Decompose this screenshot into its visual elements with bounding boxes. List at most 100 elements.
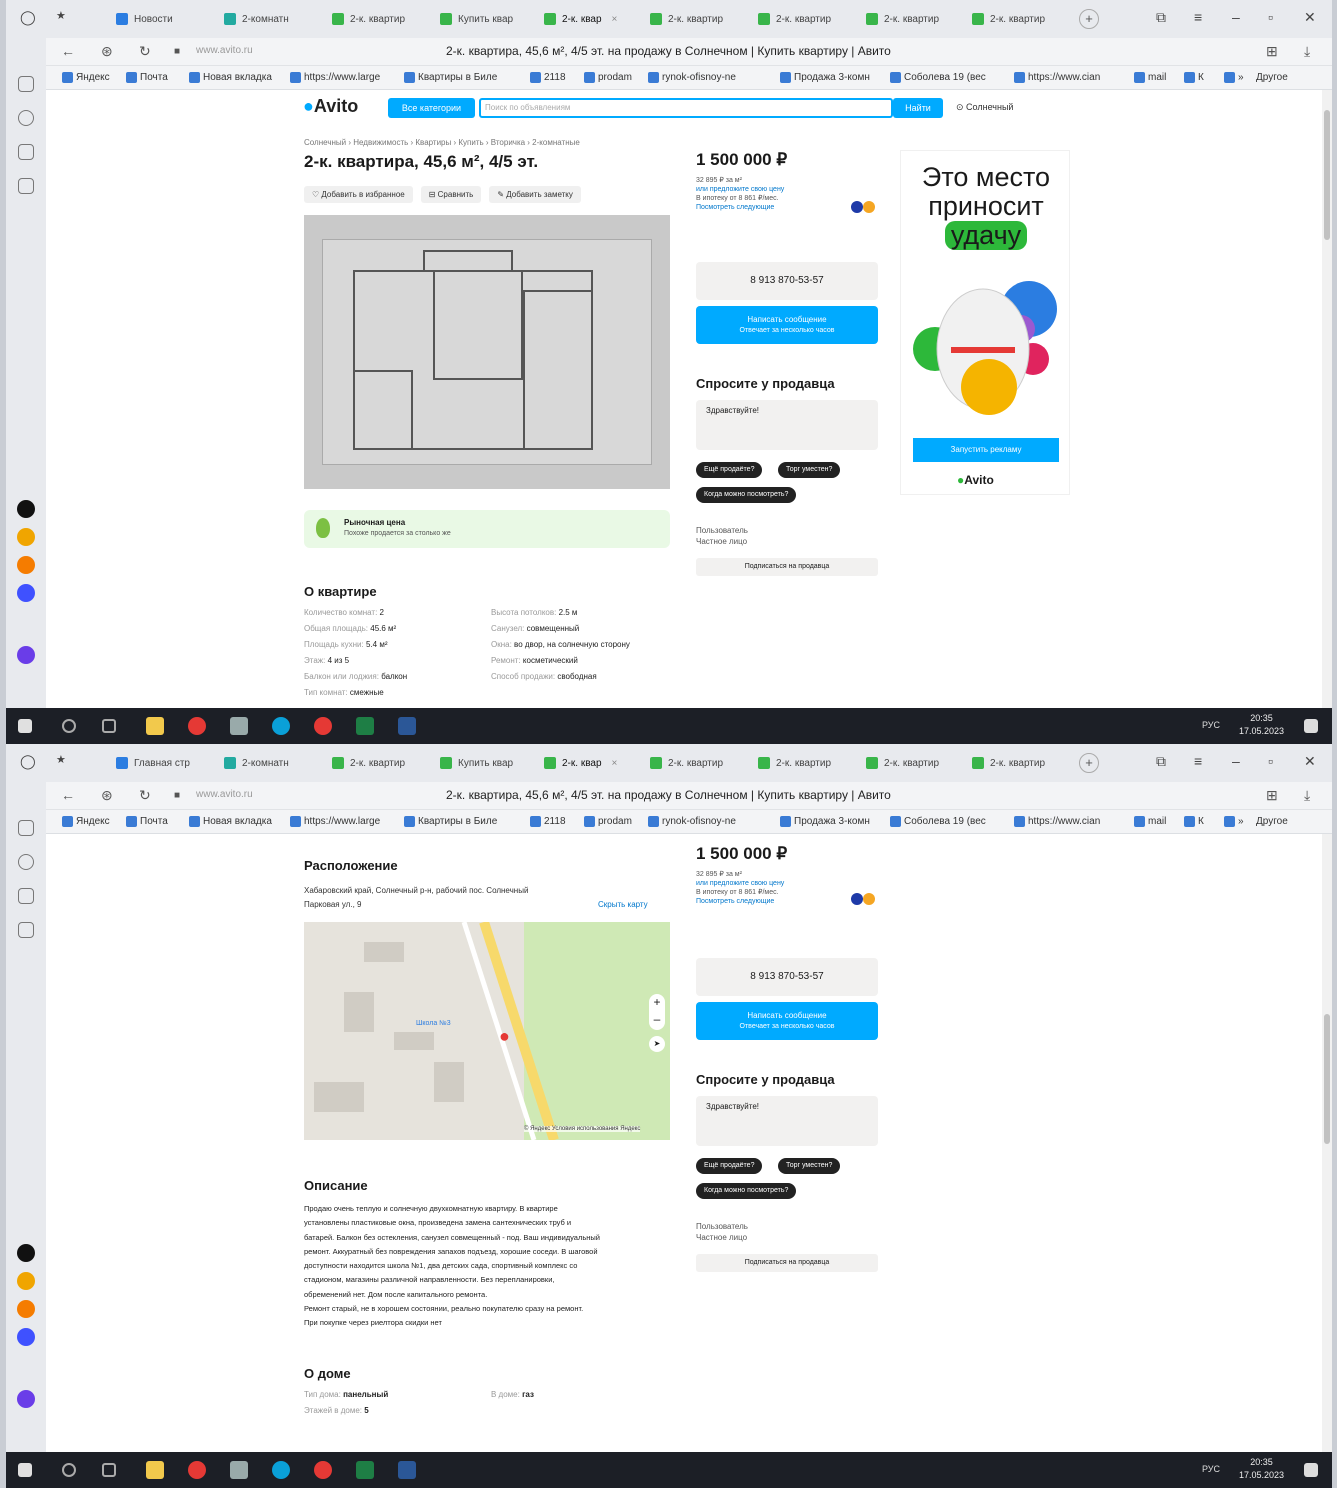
- bookmarks-other[interactable]: Другое: [1256, 72, 1288, 83]
- yandex-icon[interactable]: [314, 717, 332, 735]
- sidebar-alice-icon[interactable]: [17, 1390, 35, 1408]
- sidebar-app-icon[interactable]: [17, 1300, 35, 1318]
- notifications-icon[interactable]: [1304, 719, 1318, 733]
- tab[interactable]: 2-к. квар ×: [544, 7, 644, 31]
- start-icon[interactable]: [18, 719, 32, 733]
- yandex-browser-icon[interactable]: [188, 1461, 206, 1479]
- edge-icon[interactable]: [272, 1461, 290, 1479]
- avito-logo[interactable]: ●Avito: [303, 96, 358, 117]
- tab-close-icon[interactable]: ×: [612, 758, 618, 769]
- tab-close-icon[interactable]: ×: [612, 14, 618, 25]
- bookmark-item[interactable]: Новая вкладка: [189, 816, 272, 827]
- bookmark-item[interactable]: prodam: [584, 816, 632, 827]
- word-icon[interactable]: [398, 717, 416, 735]
- back-icon[interactable]: ←: [61, 43, 75, 59]
- new-tab-button[interactable]: +: [1079, 753, 1099, 773]
- subscribe-button[interactable]: Подписаться на продавца: [696, 558, 878, 576]
- bookmark-item[interactable]: https://www.large: [290, 816, 380, 827]
- sidebar-icon-1[interactable]: [18, 820, 34, 836]
- write-message-button[interactable]: Написать сообщение Отвечает за несколько …: [696, 306, 878, 344]
- notifications-icon[interactable]: [1304, 1463, 1318, 1477]
- sidebar-app-icon[interactable]: [17, 1328, 35, 1346]
- edge-icon[interactable]: [272, 717, 290, 735]
- bookmark-item[interactable]: »: [1224, 816, 1244, 827]
- geolocate-icon[interactable]: ➤: [649, 1036, 665, 1052]
- bookmark-item[interactable]: 2118: [530, 72, 566, 83]
- find-button[interactable]: Найти: [893, 98, 943, 118]
- yandex-browser-icon[interactable]: [188, 717, 206, 735]
- breadcrumb[interactable]: Солнечный › Недвижимость › Квартиры › Ку…: [304, 138, 580, 147]
- tab[interactable]: Новости: [116, 7, 216, 31]
- bookmark-item[interactable]: Квартиры в Биле: [404, 72, 497, 83]
- tab[interactable]: 2-к. квартир: [332, 751, 432, 775]
- categories-button[interactable]: Все категории: [388, 98, 475, 118]
- bookmark-item[interactable]: Соболева 19 (вес: [890, 72, 986, 83]
- bookmark-item[interactable]: Яндекс: [62, 72, 110, 83]
- bookmark-item[interactable]: https://www.cian: [1014, 72, 1100, 83]
- quick-question-chip[interactable]: Ещё продаёте?: [696, 462, 763, 478]
- url-text[interactable]: www.avito.ru: [196, 45, 253, 56]
- word-icon[interactable]: [398, 1461, 416, 1479]
- bookmark-item[interactable]: mail: [1134, 816, 1166, 827]
- download-icon[interactable]: ⤓: [1304, 787, 1310, 804]
- page-title[interactable]: 2-к. квартира, 45,6 м², 4/5 эт. на прода…: [446, 44, 891, 58]
- compare-button[interactable]: ⊟ Сравнить: [420, 186, 482, 203]
- tab[interactable]: Купить квар: [440, 7, 540, 31]
- close-icon[interactable]: ✕: [1304, 753, 1316, 770]
- ad-banner[interactable]: Это место приносит удачу Запустить рекламу…: [900, 150, 1070, 495]
- url-text[interactable]: www.avito.ru: [196, 789, 253, 800]
- bookmark-item[interactable]: mail: [1134, 72, 1166, 83]
- tab[interactable]: 2-к. квартир: [972, 7, 1072, 31]
- bookmark-item[interactable]: rynok-ofisnoy-ne: [648, 72, 736, 83]
- sidebar-add-icon[interactable]: [17, 1244, 35, 1262]
- tab[interactable]: Главная стр: [116, 751, 216, 775]
- task-view-icon[interactable]: [102, 1463, 116, 1477]
- protect-icon[interactable]: ⊛: [101, 787, 113, 804]
- seller-info[interactable]: Пользователь Частное лицо: [696, 1221, 748, 1243]
- sidebar-alice-icon[interactable]: [17, 646, 35, 664]
- tab[interactable]: 2-к. квар ×: [544, 751, 644, 775]
- search-icon[interactable]: [62, 719, 76, 733]
- quick-question-chip[interactable]: Ещё продаёте?: [696, 1158, 763, 1174]
- profile-icon[interactable]: ◯: [20, 753, 36, 770]
- sidebar-app-icon[interactable]: [17, 584, 35, 602]
- yandex-icon[interactable]: [314, 1461, 332, 1479]
- bookmark-item[interactable]: Новая вкладка: [189, 72, 272, 83]
- sidebar-app-icon[interactable]: [17, 556, 35, 574]
- bookmark-item[interactable]: Продажа 3-комн: [780, 72, 870, 83]
- tab[interactable]: Купить квар: [440, 751, 540, 775]
- maximize-icon[interactable]: ▫: [1268, 753, 1273, 769]
- tab[interactable]: 2-к. квартир: [866, 751, 966, 775]
- tab[interactable]: 2-к. квартир: [758, 751, 858, 775]
- profile-icon[interactable]: ◯: [20, 9, 36, 26]
- write-message-button[interactable]: Написать сообщение Отвечает за несколько …: [696, 1002, 878, 1040]
- bookmark-item[interactable]: prodam: [584, 72, 632, 83]
- sidebar-app-icon[interactable]: [17, 1272, 35, 1290]
- zoom-control[interactable]: + –: [649, 994, 665, 1030]
- sidebar-add-icon[interactable]: [17, 500, 35, 518]
- bookmark-item[interactable]: Продажа 3-комн: [780, 816, 870, 827]
- sidebar-icon-1[interactable]: [18, 76, 34, 92]
- add-note-button[interactable]: ✎ Добавить заметку: [489, 186, 581, 203]
- reload-icon[interactable]: ↻: [139, 787, 151, 804]
- excel-icon[interactable]: [356, 1461, 374, 1479]
- new-tab-button[interactable]: +: [1079, 9, 1099, 29]
- task-view-icon[interactable]: [102, 719, 116, 733]
- tab[interactable]: 2-к. квартир: [758, 7, 858, 31]
- bookmark-item[interactable]: https://www.cian: [1014, 816, 1100, 827]
- sidebar-play-icon[interactable]: [18, 854, 34, 870]
- collections-icon[interactable]: ⊞: [1266, 43, 1278, 60]
- scrollbar[interactable]: [1322, 834, 1332, 1454]
- bookmark-item[interactable]: »: [1224, 72, 1244, 83]
- sidebar-icon-3[interactable]: [18, 888, 34, 904]
- tab[interactable]: 2-к. квартир: [332, 7, 432, 31]
- app-icon[interactable]: [230, 1461, 248, 1479]
- close-icon[interactable]: ✕: [1304, 9, 1316, 26]
- tab[interactable]: 2-к. квартир: [650, 7, 750, 31]
- floor-plan-photo[interactable]: [304, 215, 670, 489]
- bookmark-item[interactable]: К: [1184, 816, 1204, 827]
- lang-indicator[interactable]: РУС: [1202, 1464, 1220, 1474]
- reload-icon[interactable]: ↻: [139, 43, 151, 60]
- page-title[interactable]: 2-к. квартира, 45,6 м², 4/5 эт. на прода…: [446, 788, 891, 802]
- location-selector[interactable]: ⊙ Солнечный: [956, 102, 1013, 113]
